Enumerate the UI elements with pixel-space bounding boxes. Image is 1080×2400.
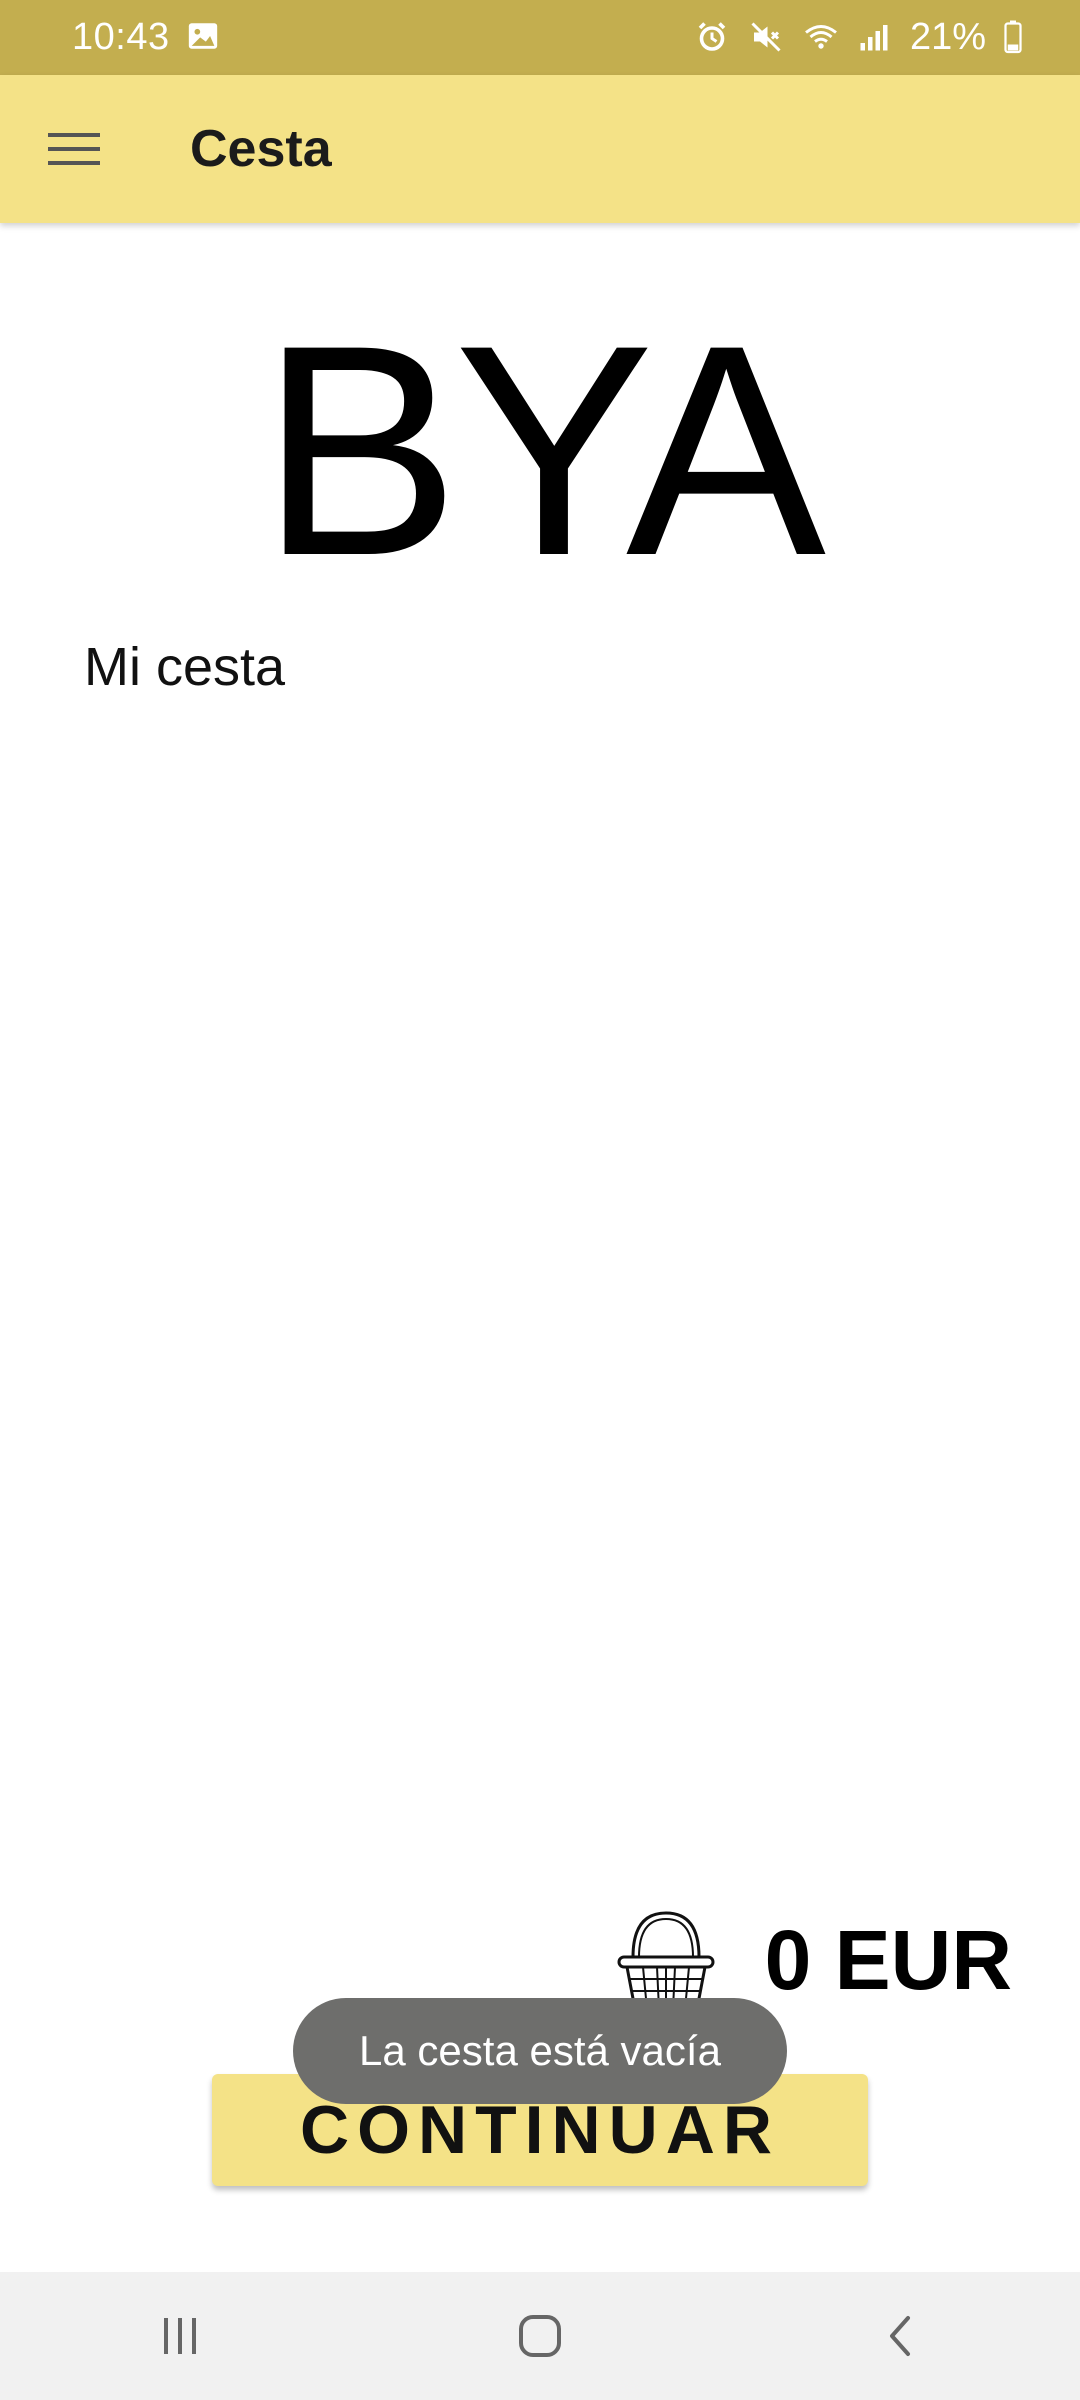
status-bar: 10:43 21% [0,0,1080,75]
mute-icon [748,19,786,57]
battery-icon [1002,19,1040,57]
hamburger-menu-icon [48,133,100,165]
section-title: Mi cesta [84,637,286,697]
status-left: 10:43 [72,16,224,59]
brand-logo: BYA [259,282,826,618]
page-title: Cesta [190,120,332,178]
home-icon [519,2315,561,2357]
signal-icon [856,19,894,57]
back-icon [890,2316,910,2356]
back-button[interactable] [840,2286,960,2386]
battery-percentage: 21% [909,16,986,58]
recent-apps-icon [164,2318,196,2354]
menu-button[interactable] [38,113,110,185]
app-bar: Cesta [0,75,1080,223]
system-nav-bar [0,2272,1080,2400]
recent-apps-button[interactable] [120,2286,240,2386]
image-icon [186,19,224,57]
toast-message: La cesta está vacía [293,1998,787,2104]
status-time: 10:43 [72,16,170,58]
status-right: 21% [694,16,1040,59]
wifi-icon [802,19,840,57]
alarm-icon [694,19,732,57]
total-amount: 0 EUR [764,1912,1012,2007]
home-button[interactable] [480,2286,600,2386]
